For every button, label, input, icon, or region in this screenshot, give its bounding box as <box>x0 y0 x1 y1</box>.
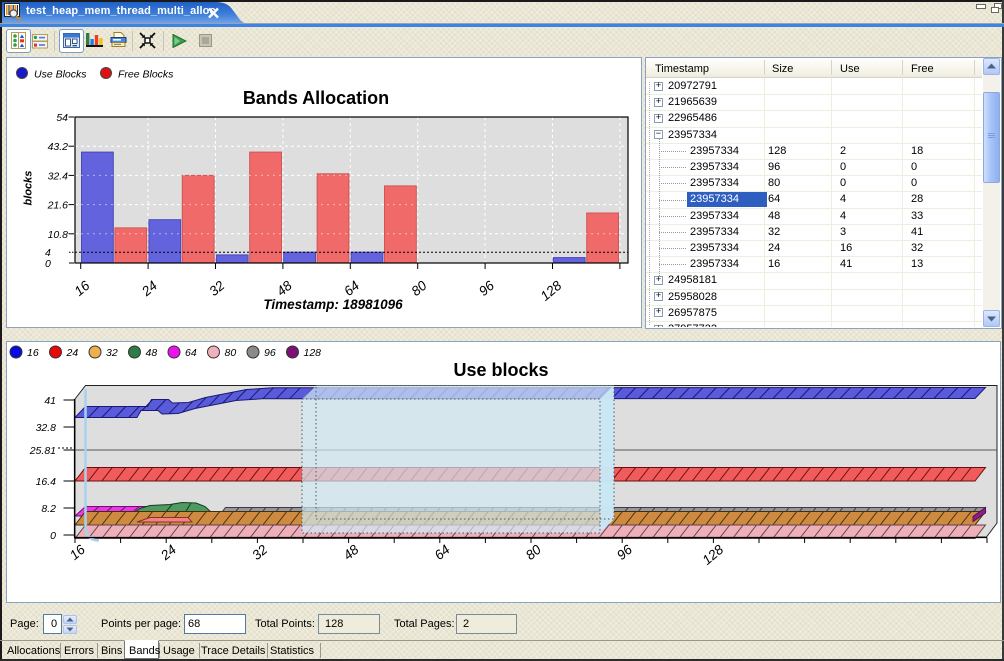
svg-text:32.4: 32.4 <box>48 170 69 182</box>
svg-text:128: 128 <box>304 347 322 359</box>
svg-text:24: 24 <box>66 347 79 359</box>
svg-text:80: 80 <box>225 347 237 359</box>
svg-text:64: 64 <box>185 347 197 359</box>
svg-text:blocks: blocks <box>23 171 35 206</box>
svg-text:16: 16 <box>27 347 39 359</box>
svg-text:32: 32 <box>106 347 118 359</box>
svg-text:48: 48 <box>146 347 158 359</box>
svg-text:Free Blocks: Free Blocks <box>118 69 174 81</box>
svg-text:0: 0 <box>45 258 51 270</box>
svg-text:96: 96 <box>264 347 276 359</box>
svg-text:Bands Allocation: Bands Allocation <box>243 88 389 108</box>
svg-text:Timestamp: 18981096: Timestamp: 18981096 <box>263 297 403 312</box>
svg-text:16.4: 16.4 <box>36 476 57 488</box>
svg-text:8.2: 8.2 <box>41 503 56 515</box>
svg-text:0: 0 <box>50 530 56 542</box>
svg-text:Use blocks: Use blocks <box>453 360 548 380</box>
svg-text:41: 41 <box>44 395 56 407</box>
svg-text:43.2: 43.2 <box>48 141 69 153</box>
svg-text:10.8: 10.8 <box>48 229 69 241</box>
svg-text:54: 54 <box>56 112 68 124</box>
svg-text:25.81: 25.81 <box>29 445 56 457</box>
svg-text:Use Blocks: Use Blocks <box>34 69 87 81</box>
svg-text:32.8: 32.8 <box>36 422 57 434</box>
svg-text:21.6: 21.6 <box>47 200 69 212</box>
